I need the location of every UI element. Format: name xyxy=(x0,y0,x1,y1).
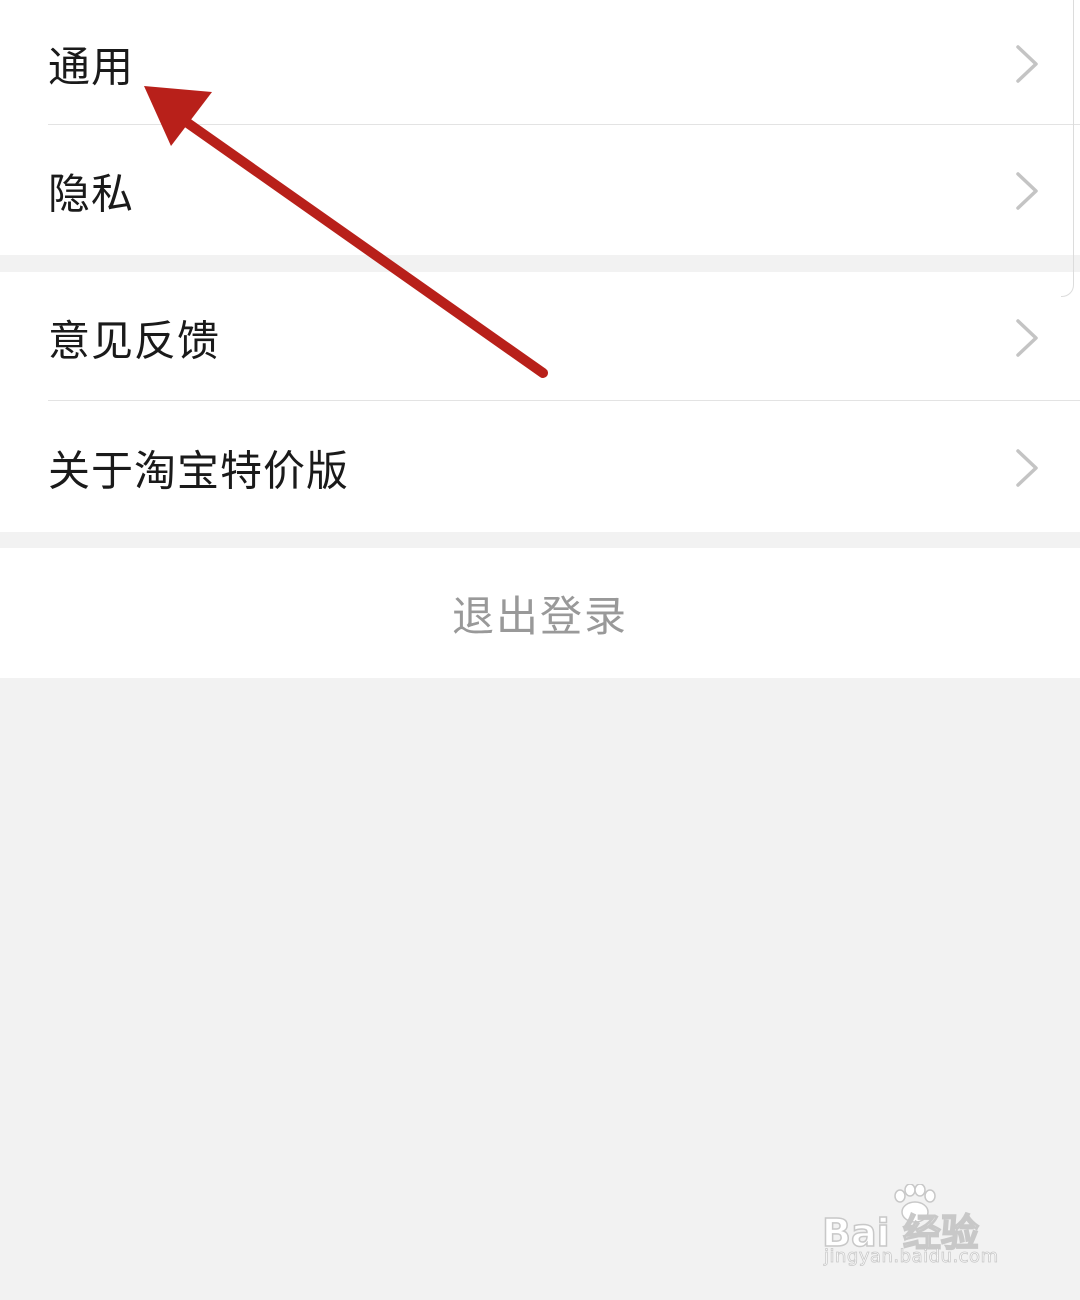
settings-group-general: 通用 隐私 xyxy=(0,0,1080,255)
logout-label: 退出登录 xyxy=(451,591,628,641)
settings-item-privacy[interactable]: 隐私 xyxy=(0,127,1080,255)
chevron-right-icon xyxy=(1016,45,1038,83)
settings-screen: 通用 隐私 意见反馈 关于淘宝特价版 退出登录 Bai 经验 jingyan.b… xyxy=(0,0,1080,1300)
chevron-right-icon xyxy=(1016,172,1038,210)
logout-group: 退出登录 xyxy=(0,548,1080,678)
baidu-jingyan-watermark: Bai 经验 jingyan.baidu.com xyxy=(821,1184,1022,1274)
watermark-url: jingyan.baidu.com xyxy=(824,1246,999,1268)
settings-item-general[interactable]: 通用 xyxy=(0,0,1080,128)
settings-item-label: 意见反馈 xyxy=(48,316,221,366)
settings-item-label: 关于淘宝特价版 xyxy=(48,446,350,496)
logout-button[interactable]: 退出登录 xyxy=(0,548,1080,678)
settings-item-label: 通用 xyxy=(48,42,135,92)
row-divider xyxy=(48,124,1080,125)
chevron-right-icon xyxy=(1016,449,1038,487)
row-divider xyxy=(48,400,1080,401)
settings-item-label: 隐私 xyxy=(48,169,135,219)
settings-item-about[interactable]: 关于淘宝特价版 xyxy=(0,404,1080,532)
settings-group-about: 意见反馈 关于淘宝特价版 xyxy=(0,272,1080,532)
settings-item-feedback[interactable]: 意见反馈 xyxy=(0,274,1080,402)
chevron-right-icon xyxy=(1016,319,1038,357)
